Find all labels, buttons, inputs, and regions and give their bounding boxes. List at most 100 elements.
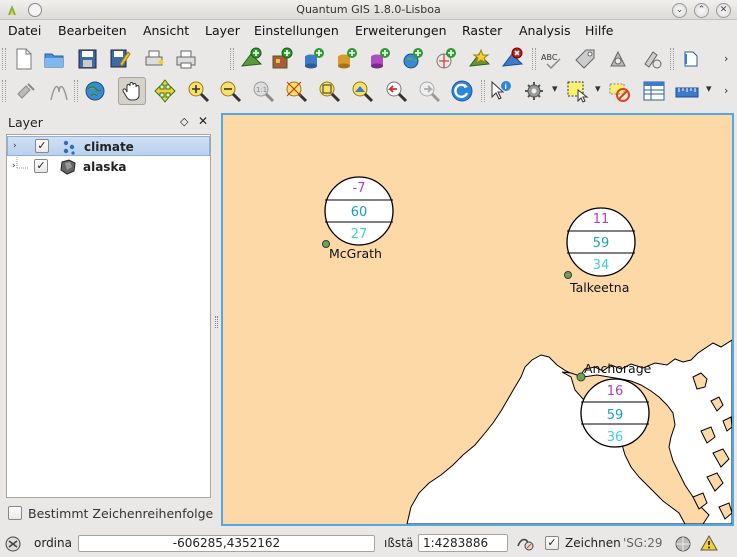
expand-arrow-icon[interactable]: › [12,161,16,171]
zoom-actual-icon[interactable]: 1:1 [250,78,276,104]
action-icon[interactable] [521,78,547,104]
save-as-icon[interactable] [106,46,132,72]
render-checkbox[interactable]: ✓ [545,536,559,550]
layer-row-alaska[interactable]: › ✓ alaska [7,157,210,177]
layer-visibility-checkbox[interactable]: ✓ [34,159,48,173]
measure-icon[interactable] [674,78,700,104]
label-tool-icon[interactable] [572,46,598,72]
add-vector-layer-icon[interactable] [239,46,265,72]
zoom-in-icon[interactable] [185,78,211,104]
attribute-table-icon[interactable] [641,78,667,104]
globe-icon[interactable] [82,78,108,104]
place-point [564,271,572,279]
layer-name: alaska [83,160,127,174]
add-wms-layer-icon[interactable] [400,46,426,72]
remove-layer-icon[interactable] [500,46,526,72]
menu-einstellungen[interactable]: Einstellungen [254,23,339,38]
diagram-talkeetna[interactable]: 11 59 34 [566,207,636,277]
new-shapefile-icon[interactable] [467,46,493,72]
toolbar-grip[interactable] [481,80,485,102]
toolbar-grip[interactable] [2,80,6,102]
minimize-icon[interactable]: ⌄ [672,3,687,18]
coordinate-field[interactable]: -606285,4352162 [78,535,375,552]
scale-label: ıßstä [384,536,414,550]
zoom-to-selection-icon[interactable] [283,78,309,104]
close-icon[interactable]: ✕ [716,3,731,18]
menu-erweiterungen[interactable]: Erweiterungen [355,23,447,38]
more-tools-icon[interactable]: › [724,52,728,65]
point-layer-icon [63,140,75,155]
add-wfs-layer-icon[interactable] [433,46,459,72]
zoom-out-icon[interactable] [217,78,243,104]
add-mssql-layer-icon[interactable] [367,46,393,72]
layer-visibility-checkbox[interactable]: ✓ [35,139,49,153]
layer-row-climate[interactable]: › ✓ climate [7,136,210,156]
menu-analysis[interactable]: Analysis [519,23,571,38]
zoom-next-icon[interactable] [416,78,442,104]
file-toolbar: ABC › [0,42,737,76]
zoom-last-icon[interactable] [383,78,409,104]
menu-layer[interactable]: Layer [205,23,240,38]
diagram-mcgrath[interactable]: -7 60 27 [324,176,394,246]
pan-button[interactable] [118,77,146,105]
float-panel-icon[interactable]: ◇ [180,115,188,128]
save-project-icon[interactable] [74,46,100,72]
menu-ansicht[interactable]: Ansicht [143,23,189,38]
crs-label[interactable]: 'SG:29 [623,536,663,550]
projection-icon[interactable] [674,535,692,553]
expand-arrow-icon[interactable]: › [13,141,17,151]
digitize-icon[interactable] [14,78,40,104]
zoom-full-icon[interactable] [316,78,342,104]
stop-render-icon[interactable] [514,534,536,552]
menu-raster[interactable]: Raster [462,23,502,38]
add-spatialite-layer-icon[interactable] [334,46,360,72]
print-icon[interactable] [173,46,199,72]
status-bar: ordina -606285,4352162 ıßstä 1:4283886 ✓… [0,530,737,557]
spell-check-icon[interactable]: ABC [539,46,565,72]
select-icon[interactable] [564,78,590,104]
diagram-anchorage[interactable]: 16 59 36 [580,378,650,448]
diagram-value: 59 [607,408,624,423]
more-tools-icon[interactable]: › [724,84,728,97]
open-project-icon[interactable] [42,46,68,72]
panel-splitter[interactable] [215,316,218,328]
toolbar-grip[interactable] [230,48,234,70]
add-postgis-layer-icon[interactable] [301,46,327,72]
map-drawing: McGrath -7 60 27 Talkeetna 11 59 34 Anch… [322,176,732,524]
warning-icon[interactable] [700,534,718,552]
refresh-icon[interactable] [449,78,475,104]
identify-icon[interactable]: i [488,78,514,104]
toolbar-grip[interactable] [2,48,6,70]
draw-order-label: Bestimmt Zeichenreihenfolge [28,506,214,521]
layer-tree[interactable]: › ✓ climate › ✓ alaska [6,134,211,498]
menu-hilfe[interactable]: Hilfe [585,23,613,38]
zoom-to-layer-icon[interactable] [349,78,375,104]
action-dropdown-icon[interactable]: ▾ [552,82,558,95]
close-panel-icon[interactable]: ✕ [198,114,208,128]
python-console-icon[interactable] [639,46,665,72]
menu-bar: Datei Bearbeiten Ansicht Layer Einstellu… [0,20,737,42]
coordinate-toggle-icon[interactable] [4,535,22,553]
new-print-composer-icon[interactable] [141,46,167,72]
plugin-manager-icon[interactable] [605,46,631,72]
toolbar-grip[interactable] [532,48,536,70]
deselect-icon[interactable] [607,78,633,104]
toolbar-grip[interactable] [74,80,78,102]
maximize-icon[interactable]: ⌃ [694,3,709,18]
diagram-value: -7 [353,181,366,196]
scale-field[interactable]: 1:4283886 [418,534,508,552]
toolbar-grip[interactable] [670,48,674,70]
map-canvas[interactable]: McGrath -7 60 27 Talkeetna 11 59 34 Anch… [221,113,734,526]
select-dropdown-icon[interactable]: ▾ [595,82,601,95]
add-raster-layer-icon[interactable] [270,46,296,72]
node-tool-icon[interactable] [46,78,72,104]
menu-bearbeiten[interactable]: Bearbeiten [58,23,127,38]
draw-order-checkbox[interactable] [8,506,22,520]
title-bar: Quantum GIS 1.8.0-Lisboa ⌄ ⌃ ✕ [0,0,737,20]
render-label: Zeichnen [565,536,621,550]
menu-datei[interactable]: Datei [8,23,41,38]
new-project-icon[interactable] [10,46,36,72]
help-contents-icon[interactable] [677,46,703,72]
measure-dropdown-icon[interactable]: ▾ [706,82,712,95]
pan-to-selection-icon[interactable] [152,78,178,104]
